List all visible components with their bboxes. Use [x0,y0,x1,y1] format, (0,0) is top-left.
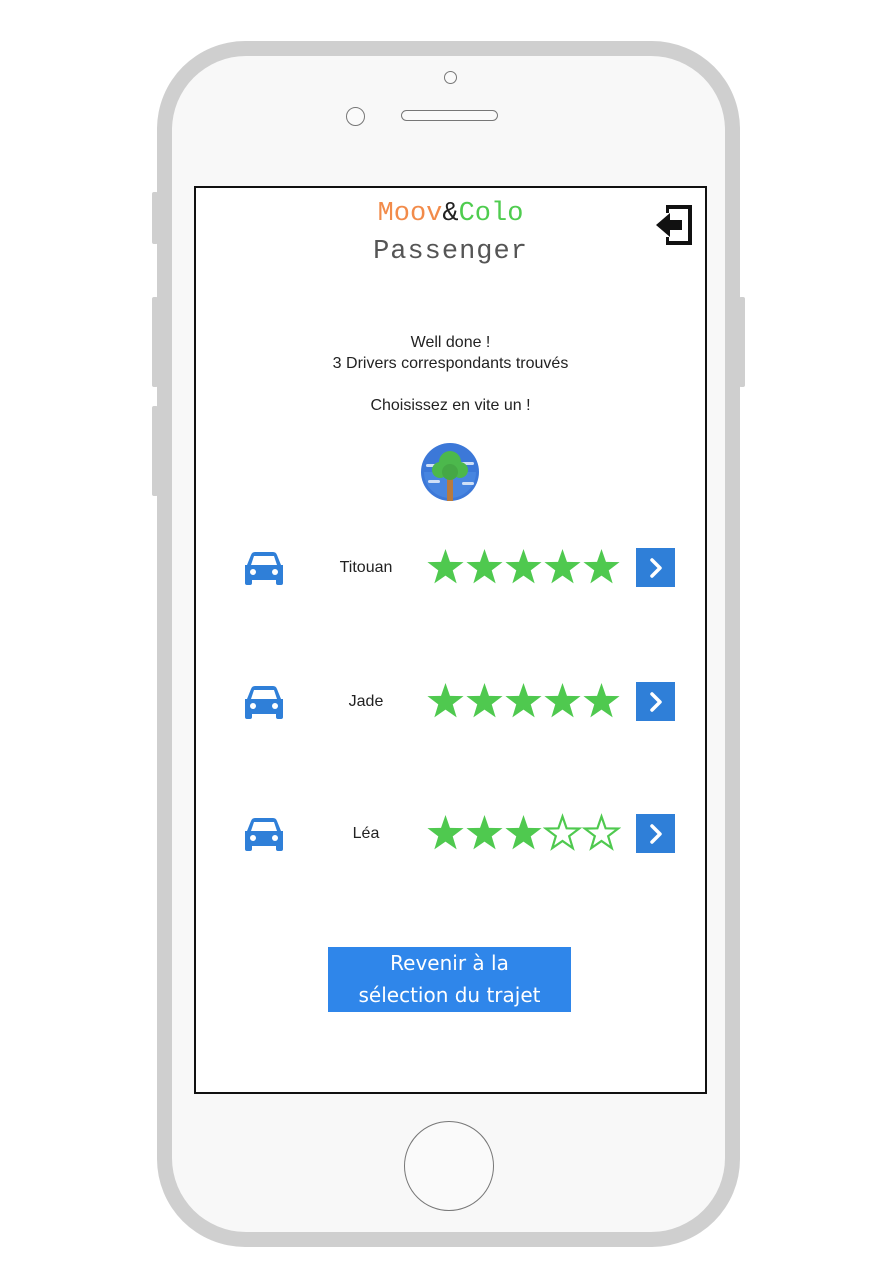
driver-rating [426,813,621,853]
power-button [739,297,745,387]
page-subtitle: Passenger [373,237,528,267]
star-empty-icon [543,813,582,851]
driver-name: Léa [352,825,380,842]
chevron-right-icon [649,823,662,844]
logout-button[interactable] [654,203,694,247]
star-filled-icon [466,683,503,718]
back-to-route-selection-button[interactable]: Revenir à la sélection du trajet [328,947,571,1012]
logout-icon [656,205,692,245]
volume-down-button [152,406,158,496]
star-filled-icon [466,549,503,584]
driver-row-3[interactable]: Léa [196,813,701,863]
car-icon [242,813,286,857]
front-camera [444,71,457,84]
home-button[interactable] [404,1121,494,1211]
proximity-sensor [346,107,365,126]
back-button-line2: sélection du trajet [358,983,541,1007]
app-screen: Moov&Colo Passenger Well done ! 3 Driver… [194,186,707,1094]
back-button-line1: Revenir à la [390,951,509,975]
mute-switch [152,192,158,244]
star-filled-icon [505,815,542,850]
chevron-right-icon [649,691,662,712]
star-filled-icon [427,549,464,584]
star-filled-icon [583,683,620,718]
driver-row-1[interactable]: Titouan [196,547,701,597]
globe-tree-icon [420,442,480,502]
star-filled-icon [544,683,581,718]
chevron-right-icon [649,557,662,578]
app-logo: Moov&Colo [196,198,705,230]
driver-name: Titouan [339,559,393,576]
driver-row-2[interactable]: Jade [196,681,701,731]
star-filled-icon [466,815,503,850]
earpiece-speaker [401,110,498,121]
star-filled-icon [427,683,464,718]
star-filled-icon [505,549,542,584]
car-icon [242,681,286,725]
star-filled-icon [505,683,542,718]
star-filled-icon [544,549,581,584]
driver-name: Jade [348,693,384,710]
star-filled-icon [583,549,620,584]
select-driver-button[interactable] [636,814,675,853]
drivers-found-message: 3 Drivers correspondants trouvés [332,355,569,372]
star-filled-icon [427,815,464,850]
select-driver-button[interactable] [636,682,675,721]
select-driver-button[interactable] [636,548,675,587]
star-empty-icon [582,813,621,851]
car-icon [242,547,286,591]
volume-up-button [152,297,158,387]
driver-rating [426,681,621,721]
brand-moov: Moov [377,199,443,229]
brand-colo: Colo [458,199,524,229]
driver-rating [426,547,621,587]
success-message: Well done ! [410,334,491,351]
choose-message: Choisissez en vite un ! [370,397,531,414]
brand-ampersand: & [442,199,459,229]
